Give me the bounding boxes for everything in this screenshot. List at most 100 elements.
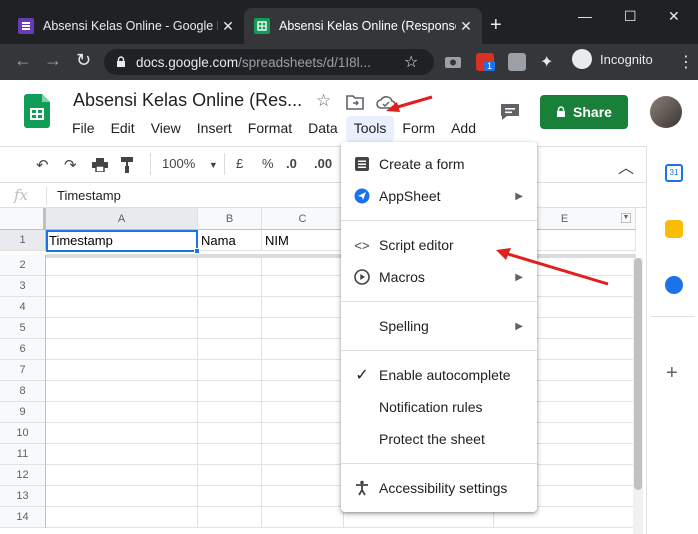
paint-format-icon[interactable] xyxy=(121,157,135,173)
menu-item-appsheet[interactable]: AppSheet ▶ xyxy=(341,182,537,210)
grid-cell[interactable] xyxy=(46,402,198,423)
url-bar[interactable]: docs.google.com/spreadsheets/d/1I8l... xyxy=(104,49,434,75)
grid-cell[interactable] xyxy=(46,318,198,339)
row-header[interactable]: 7 xyxy=(0,360,46,381)
fill-handle[interactable] xyxy=(194,248,200,254)
vertical-scrollbar[interactable] xyxy=(633,258,643,534)
menu-item-create-form[interactable]: Create a form xyxy=(341,150,537,178)
menu-item-spelling[interactable]: Spelling ▶ xyxy=(341,312,537,340)
row-header[interactable]: 1 xyxy=(0,230,46,251)
redo-icon[interactable]: ↷ xyxy=(64,156,77,174)
minimize-icon[interactable]: — xyxy=(578,8,592,24)
menu-file[interactable]: File xyxy=(64,116,103,142)
grid-cell[interactable] xyxy=(262,276,344,297)
row-header[interactable]: 9 xyxy=(0,402,46,423)
document-title[interactable]: Absensi Kelas Online (Res... xyxy=(73,90,302,111)
menu-view[interactable]: View xyxy=(143,116,189,142)
formula-input[interactable]: Timestamp xyxy=(57,188,121,203)
grid-cell[interactable] xyxy=(198,402,262,423)
grid-cell[interactable] xyxy=(46,465,198,486)
browser-tab-form[interactable]: Absensi Kelas Online - Google F ✕ xyxy=(8,8,244,44)
grid-cell[interactable] xyxy=(198,486,262,507)
grid-cell[interactable] xyxy=(262,465,344,486)
decrease-decimal-button[interactable]: .0 xyxy=(286,156,297,171)
grid-cell[interactable] xyxy=(262,402,344,423)
column-header[interactable]: C xyxy=(262,208,344,230)
maximize-icon[interactable]: ☐ xyxy=(624,8,637,25)
avatar[interactable] xyxy=(650,96,682,128)
grid-cell[interactable] xyxy=(46,507,198,528)
extension-gray-icon[interactable] xyxy=(508,53,526,71)
row-header[interactable]: 14 xyxy=(0,507,46,528)
grid-cell[interactable] xyxy=(262,255,344,276)
menu-insert[interactable]: Insert xyxy=(189,116,240,142)
filter-dropdown-icon[interactable]: ▼ xyxy=(621,213,631,223)
grid-cell[interactable] xyxy=(46,486,198,507)
forward-icon[interactable]: → xyxy=(44,50,62,71)
add-addon-icon[interactable]: + xyxy=(666,362,678,385)
menu-item-enable-autocomplete[interactable]: ✓ Enable autocomplete xyxy=(341,361,537,389)
row-header[interactable]: 10 xyxy=(0,423,46,444)
undo-icon[interactable]: ↶ xyxy=(36,156,49,174)
grid-cell[interactable] xyxy=(262,318,344,339)
grid-cell[interactable] xyxy=(46,423,198,444)
select-all-corner[interactable] xyxy=(0,208,46,230)
reload-icon[interactable]: ↻ xyxy=(76,50,91,71)
menu-format[interactable]: Format xyxy=(240,116,300,142)
row-header[interactable]: 2 xyxy=(0,255,46,276)
column-header[interactable]: B xyxy=(198,208,262,230)
sheets-logo-icon[interactable] xyxy=(24,94,50,128)
grid-cell[interactable] xyxy=(46,381,198,402)
row-header[interactable]: 6 xyxy=(0,339,46,360)
comments-icon[interactable] xyxy=(499,102,521,122)
tasks-icon[interactable] xyxy=(665,276,683,294)
close-tab-icon[interactable]: ✕ xyxy=(218,18,238,35)
grid-cell[interactable] xyxy=(262,381,344,402)
grid-cell[interactable] xyxy=(46,255,198,276)
grid-cell[interactable] xyxy=(198,276,262,297)
grid-cell[interactable] xyxy=(198,444,262,465)
row-header[interactable]: 4 xyxy=(0,297,46,318)
row-header[interactable]: 11 xyxy=(0,444,46,465)
calendar-icon[interactable]: 31 xyxy=(665,164,683,182)
grid-cell[interactable] xyxy=(198,339,262,360)
grid-cell[interactable]: NIM xyxy=(262,230,344,251)
browser-menu-icon[interactable]: ⋮ xyxy=(678,52,694,72)
grid-cell[interactable] xyxy=(262,507,344,528)
grid-cell[interactable]: Nama xyxy=(198,230,262,251)
extensions-puzzle-icon[interactable]: ✦ xyxy=(540,52,553,72)
grid-cell[interactable] xyxy=(198,465,262,486)
row-header[interactable]: 3 xyxy=(0,276,46,297)
back-icon[interactable]: ← xyxy=(14,50,32,71)
grid-cell[interactable] xyxy=(46,360,198,381)
zoom-select[interactable]: 100% ▼ xyxy=(162,156,218,171)
row-header[interactable]: 13 xyxy=(0,486,46,507)
grid-cell[interactable] xyxy=(262,360,344,381)
menu-data[interactable]: Data xyxy=(300,116,346,142)
grid-cell[interactable] xyxy=(46,297,198,318)
menu-edit[interactable]: Edit xyxy=(103,116,143,142)
increase-decimal-button[interactable]: .00 xyxy=(314,156,332,171)
grid-cell[interactable] xyxy=(198,297,262,318)
menu-item-accessibility[interactable]: Accessibility settings xyxy=(341,474,537,502)
incognito-indicator[interactable]: Incognito xyxy=(572,49,653,69)
grid-cell[interactable] xyxy=(262,444,344,465)
menu-tools[interactable]: Tools xyxy=(345,116,395,142)
row-header[interactable]: 5 xyxy=(0,318,46,339)
grid-cell[interactable] xyxy=(262,297,344,318)
grid-cell[interactable] xyxy=(262,423,344,444)
camera-icon[interactable] xyxy=(444,53,462,71)
new-tab-icon[interactable]: + xyxy=(490,14,502,37)
grid-cell[interactable] xyxy=(198,423,262,444)
row-header[interactable]: 8 xyxy=(0,381,46,402)
grid-cell[interactable] xyxy=(262,339,344,360)
grid-cell[interactable] xyxy=(46,276,198,297)
column-header[interactable]: A xyxy=(46,208,198,230)
grid-cell[interactable] xyxy=(198,255,262,276)
menu-addons[interactable]: Add xyxy=(443,116,484,142)
bookmark-star-icon[interactable]: ☆ xyxy=(404,52,418,72)
menu-item-protect-sheet[interactable]: Protect the sheet xyxy=(341,425,537,453)
menu-form[interactable]: Form xyxy=(394,116,443,142)
collapse-toolbar-icon[interactable]: ︿ xyxy=(618,154,634,178)
row-header[interactable]: 12 xyxy=(0,465,46,486)
